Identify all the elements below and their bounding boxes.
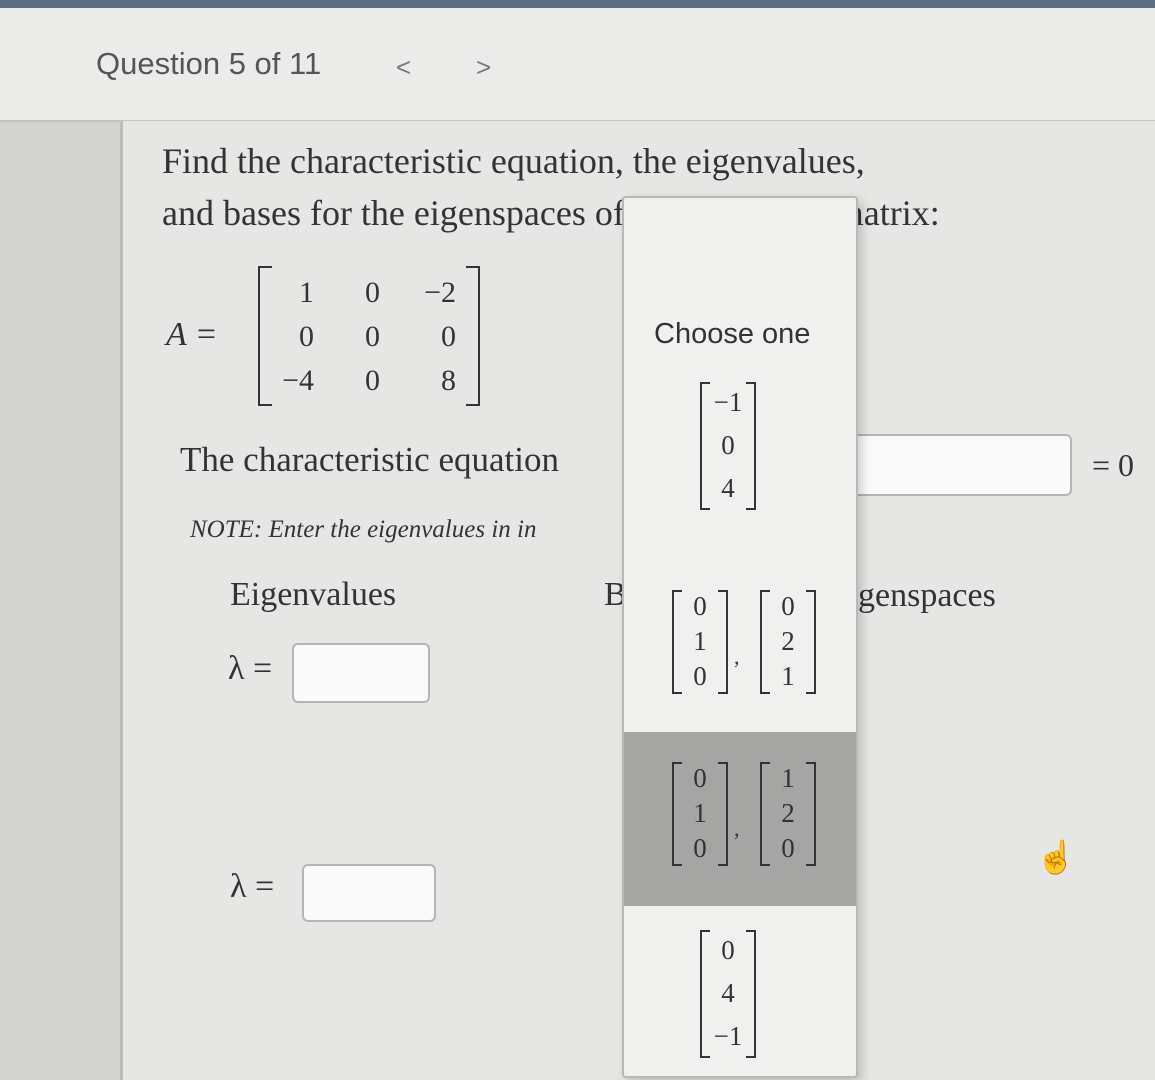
vector-entry: 4 (721, 978, 735, 1008)
characteristic-equation-input[interactable] (846, 434, 1072, 496)
vector-entry: 1 (781, 660, 795, 691)
column-vector: 0 4 −1 (700, 930, 756, 1058)
characteristic-equation-label: The characteristic equation (180, 440, 559, 479)
eigenvalue-input-2[interactable] (302, 864, 436, 922)
vector-entry: 0 (693, 591, 707, 622)
matrix-cell: 0 (299, 320, 314, 353)
matrix-cell: 0 (441, 320, 456, 353)
vector-entry: 1 (693, 626, 707, 656)
lambda-label-1: λ = (228, 650, 273, 687)
question-header: Question 5 of 11 < > (0, 8, 1155, 122)
dropdown-option-3[interactable]: 0 1 0, 1 2 0 (624, 732, 856, 906)
vector-entry: 0 (781, 591, 795, 622)
matrix-cell: 0 (365, 364, 380, 397)
problem-text-line-1: Find the characteristic equation, the ei… (162, 141, 865, 181)
matrix-a: 1 0 −2 0 0 0 −4 0 8 (258, 266, 480, 406)
eigenvalue-input-1[interactable] (292, 643, 430, 703)
vector-separator: , (734, 644, 740, 670)
eigenvalues-column-header: Eigenvalues (230, 576, 397, 613)
vector-entry: 0 (721, 430, 735, 460)
vector-entry: −1 (713, 387, 743, 418)
column-vector: 0 2 1 (760, 590, 816, 694)
question-counter: Question 5 of 11 (96, 46, 322, 81)
vector-entry: 0 (693, 660, 707, 691)
matrix-cell: 1 (299, 276, 314, 309)
dropdown-option-4[interactable]: 0 4 −1 (624, 920, 856, 1076)
vector-entry: 0 (693, 763, 707, 794)
next-question-button[interactable]: > (476, 52, 491, 83)
column-vector: 1 2 0 (760, 762, 816, 866)
vector-entry: 1 (781, 763, 795, 794)
matrix-right-bracket (466, 266, 480, 406)
column-vector: −1 0 4 (700, 382, 756, 510)
vector-entry: 0 (781, 832, 795, 863)
vector-entry: 2 (781, 626, 795, 656)
previous-question-button[interactable]: < (396, 52, 411, 83)
vector-entry: −1 (713, 1020, 743, 1051)
matrix-cell: −2 (424, 276, 456, 309)
matrix-cell: 0 (365, 276, 380, 309)
column-vector: 0 1 0 (672, 762, 728, 866)
matrix-cell: −4 (282, 364, 314, 397)
matrix-cell: 0 (365, 320, 380, 353)
equals-zero-text: = 0 (1092, 447, 1135, 483)
vector-separator: , (734, 816, 740, 842)
lambda-label-2: λ = (230, 868, 275, 905)
dropdown-title: Choose one (654, 318, 811, 350)
eigenspaces-column-header: genspaces (858, 577, 996, 614)
matrix-label: A = (166, 316, 218, 353)
pointer-hand-icon: ☝ (1036, 839, 1076, 875)
note-text: NOTE: Enter the eigenvalues in in (190, 516, 537, 543)
column-vector: 0 1 0 (672, 590, 728, 694)
matrix-cell: 8 (441, 364, 456, 397)
vector-entry: 0 (693, 832, 707, 863)
vector-entry: 2 (781, 798, 795, 828)
vector-entry: 4 (721, 472, 735, 503)
vector-entry: 0 (721, 935, 735, 966)
dropdown-option-1[interactable]: −1 0 4 (624, 378, 856, 528)
dropdown-option-2[interactable]: 0 1 0, 0 2 1 (624, 578, 856, 703)
vector-entry: 1 (693, 798, 707, 828)
basis-choice-dropdown[interactable]: Choose one −1 0 4 0 1 0, 0 2 1 0 1 0, 1 2 0 0 4 −1 (622, 196, 858, 1078)
browser-top-strip (0, 0, 1155, 8)
